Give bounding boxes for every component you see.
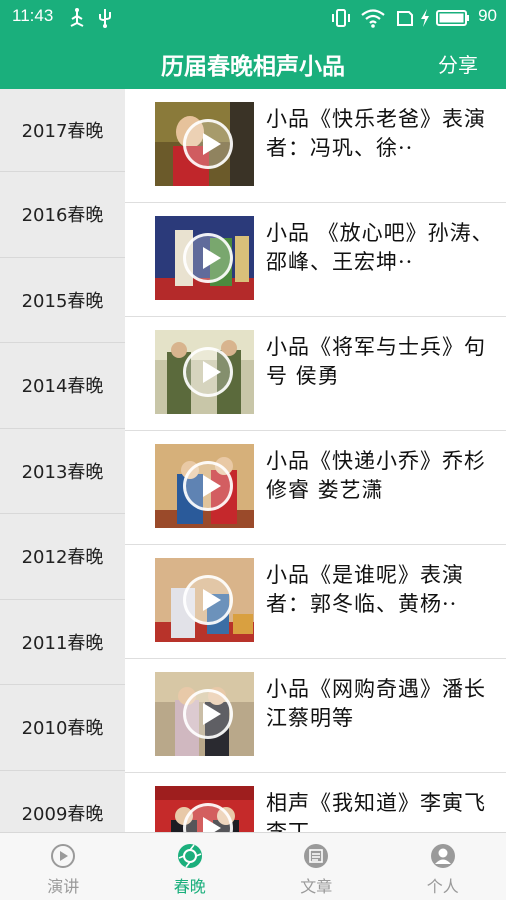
video-item[interactable]: 小品《网购奇遇》潘长江蔡明等	[125, 659, 506, 773]
video-item[interactable]: 小品《快递小乔》乔杉 修睿 娄艺潇	[125, 431, 506, 545]
status-time: 11:43	[12, 6, 54, 25]
year-sidebar: 2017春晚 2016春晚 2015春晚 2014春晚 2013春晚 2012春…	[0, 89, 125, 832]
year-item-2010[interactable]: 2010春晚	[0, 685, 125, 771]
video-thumbnail	[155, 786, 254, 832]
tab-label: 个人	[426, 877, 459, 896]
video-item[interactable]: 小品 《放心吧》孙涛、邵峰、王宏坤··	[125, 203, 506, 317]
year-item-2017[interactable]: 2017春晚	[0, 89, 125, 172]
year-item-2015[interactable]: 2015春晚	[0, 258, 125, 343]
video-title: 小品《网购奇遇》潘长江蔡明等	[266, 677, 486, 730]
tab-label: 演讲	[47, 877, 80, 896]
app-bar: 历届春晚相声小品 分享	[0, 36, 506, 89]
video-thumbnail	[155, 216, 254, 300]
video-thumbnail	[155, 102, 254, 186]
tab-speech[interactable]: 演讲	[0, 833, 127, 900]
video-list: 小品《快乐老爸》表演者：冯巩、徐·· 小品 《放心吧》孙涛、邵峰、王宏坤·· 小…	[125, 89, 506, 832]
status-bar: 11:43 90	[0, 0, 506, 36]
play-icon[interactable]	[183, 233, 233, 283]
battery-level: 90	[478, 6, 497, 25]
year-item-2016[interactable]: 2016春晚	[0, 172, 125, 258]
year-item-2012[interactable]: 2012春晚	[0, 514, 125, 600]
year-item-2013[interactable]: 2013春晚	[0, 429, 125, 514]
sim-icon	[397, 11, 413, 26]
play-icon[interactable]	[183, 119, 233, 169]
tab-label: 春晚	[173, 877, 206, 896]
article-icon	[304, 844, 329, 868]
video-title: 相声《我知道》李寅飞 李丁	[266, 791, 486, 832]
camera-shutter-icon	[177, 844, 202, 868]
year-item-2009[interactable]: 2009春晚	[0, 771, 125, 833]
play-icon[interactable]	[183, 689, 233, 739]
video-item[interactable]: 小品《是谁呢》表演者：郭冬临、黄杨··	[125, 545, 506, 659]
video-thumbnail	[155, 330, 254, 414]
video-item[interactable]: 相声《我知道》李寅飞 李丁	[125, 773, 506, 832]
video-title: 小品《是谁呢》表演者：郭冬临、黄杨··	[266, 563, 464, 616]
tab-label: 文章	[300, 877, 333, 896]
video-item[interactable]: 小品《快乐老爸》表演者：冯巩、徐··	[125, 89, 506, 203]
tab-spring-gala[interactable]: 春晚	[127, 833, 254, 900]
share-button[interactable]: 分享	[438, 49, 478, 78]
year-item-2011[interactable]: 2011春晚	[0, 600, 125, 685]
play-icon[interactable]	[183, 461, 233, 511]
usb-icon	[70, 8, 84, 27]
usb-debug-icon	[99, 9, 111, 28]
play-circle-icon	[51, 844, 76, 868]
charging-icon	[421, 9, 429, 27]
video-title: 小品《将军与士兵》句号 侯勇	[266, 335, 486, 388]
person-icon	[430, 844, 455, 868]
video-thumbnail	[155, 672, 254, 756]
play-icon[interactable]	[183, 575, 233, 625]
wifi-icon	[361, 9, 385, 28]
page-title: 历届春晚相声小品	[161, 54, 345, 80]
video-thumbnail	[155, 444, 254, 528]
video-thumbnail	[155, 558, 254, 642]
bottom-nav: 演讲 春晚 文章 个人	[0, 832, 506, 900]
battery-icon	[436, 10, 469, 26]
play-icon[interactable]	[183, 347, 233, 397]
tab-articles[interactable]: 文章	[253, 833, 380, 900]
video-title: 小品 《放心吧》孙涛、邵峰、王宏坤··	[266, 221, 494, 274]
tab-profile[interactable]: 个人	[380, 833, 506, 900]
video-item[interactable]: 小品《将军与士兵》句号 侯勇	[125, 317, 506, 431]
video-title: 小品《快递小乔》乔杉 修睿 娄艺潇	[266, 449, 486, 502]
video-title: 小品《快乐老爸》表演者：冯巩、徐··	[266, 107, 486, 160]
year-item-2014[interactable]: 2014春晚	[0, 343, 125, 429]
vibrate-icon	[332, 9, 350, 27]
